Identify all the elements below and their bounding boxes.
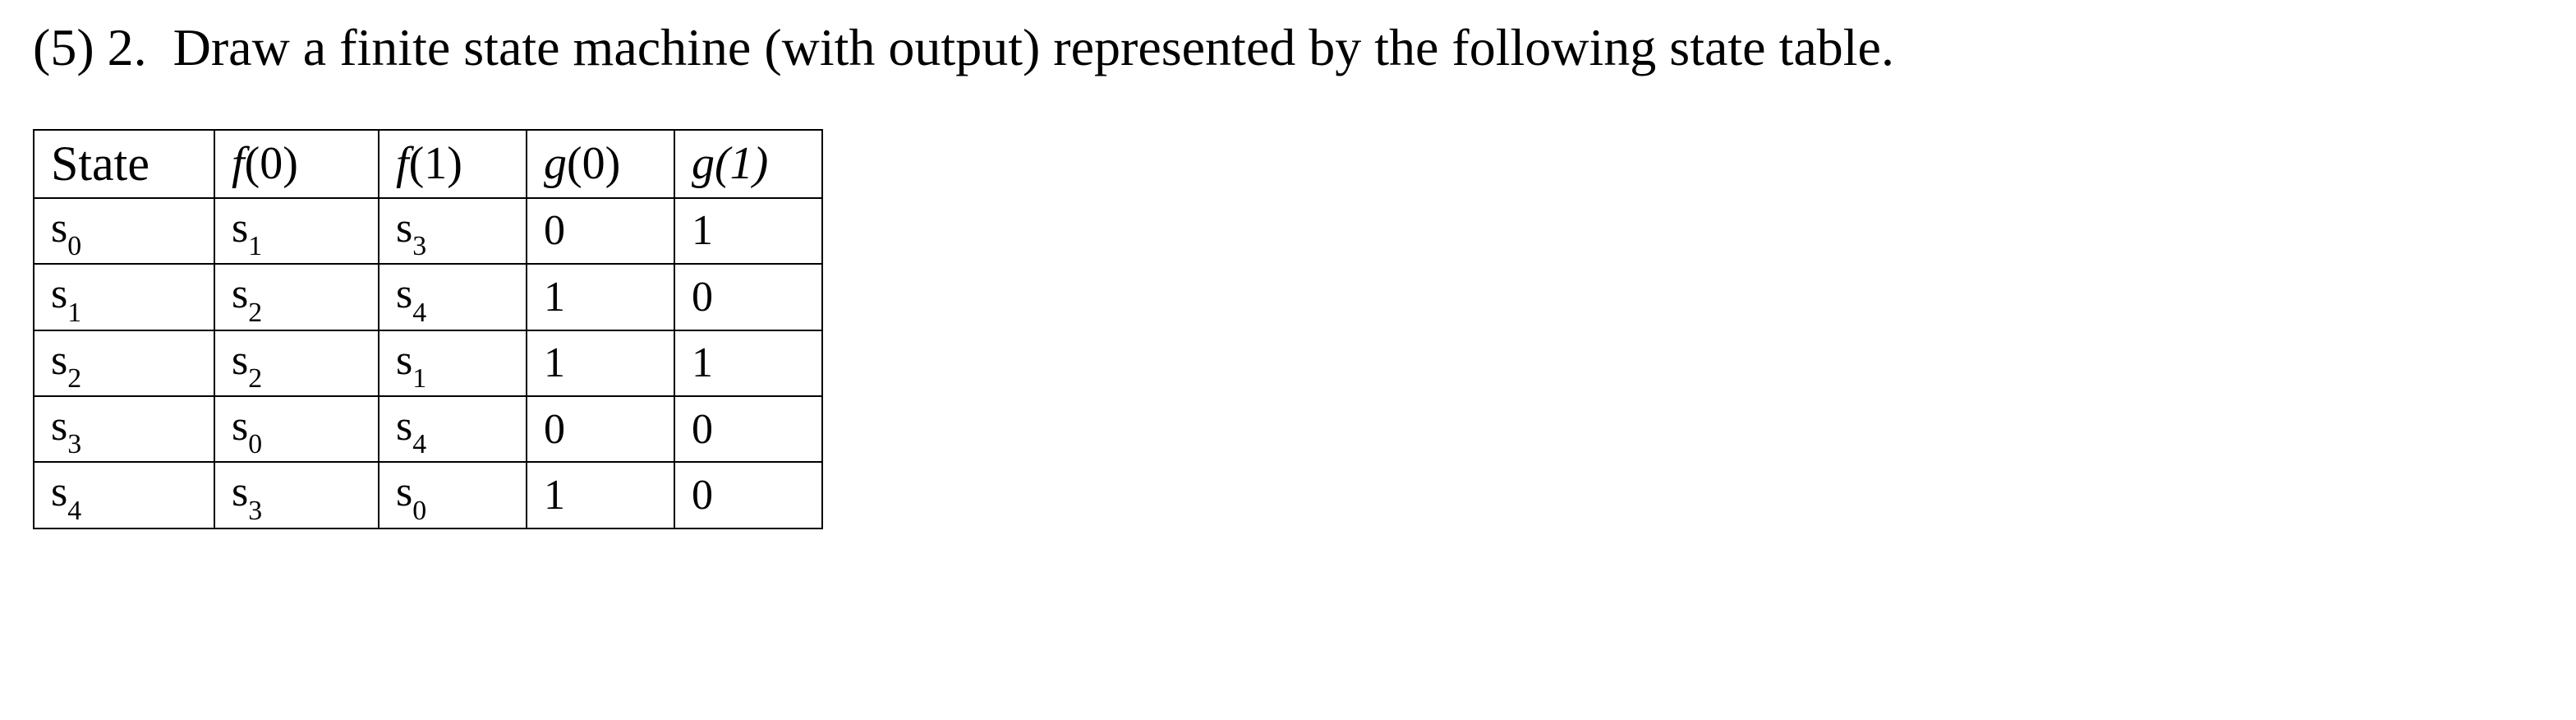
f1-sub: 1 — [412, 363, 426, 394]
f0-base: s — [232, 270, 248, 317]
f1-sub: 4 — [412, 298, 426, 328]
header-f0-func: f — [232, 138, 245, 189]
f1-sub: 0 — [412, 496, 426, 526]
table-row: s4 s3 s0 1 0 — [34, 462, 822, 528]
header-g1: g(1) — [674, 130, 822, 198]
f0-base: s — [232, 205, 248, 252]
header-g1-func: g — [692, 138, 715, 189]
points-label: (5) — [33, 18, 94, 76]
f1-base: s — [396, 205, 412, 252]
f0-sub: 3 — [248, 496, 262, 526]
f1-base: s — [396, 403, 412, 450]
cell-f1: s4 — [379, 396, 527, 462]
header-g0-arg: (0) — [567, 138, 620, 189]
cell-g0: 1 — [527, 462, 674, 528]
f0-sub: 1 — [248, 231, 262, 261]
cell-f1: s0 — [379, 462, 527, 528]
cell-g1: 0 — [674, 264, 822, 330]
f0-sub: 2 — [248, 298, 262, 328]
cell-g0: 0 — [527, 198, 674, 264]
cell-g1: 1 — [674, 198, 822, 264]
header-f0: f(0) — [214, 130, 379, 198]
header-f0-arg: (0) — [245, 138, 298, 189]
cell-g1: 1 — [674, 330, 822, 396]
state-base: s — [51, 468, 67, 515]
cell-g0: 1 — [527, 264, 674, 330]
f1-base: s — [396, 337, 412, 384]
problem-number: 2. — [108, 18, 147, 76]
header-f1: f(1) — [379, 130, 527, 198]
cell-g0: 0 — [527, 396, 674, 462]
problem-prompt: (5) 2. Draw a finite state machine (with… — [33, 16, 2543, 80]
cell-g1: 0 — [674, 396, 822, 462]
cell-f0: s2 — [214, 330, 379, 396]
state-sub: 1 — [67, 298, 81, 328]
cell-state: s3 — [34, 396, 214, 462]
cell-g1: 0 — [674, 462, 822, 528]
state-sub: 4 — [67, 496, 81, 526]
f0-base: s — [232, 403, 248, 450]
state-base: s — [51, 270, 67, 317]
state-base: s — [51, 205, 67, 252]
state-base: s — [51, 337, 67, 384]
cell-f1: s4 — [379, 264, 527, 330]
cell-f0: s0 — [214, 396, 379, 462]
cell-f0: s2 — [214, 264, 379, 330]
cell-g0: 1 — [527, 330, 674, 396]
header-g0-func: g — [544, 138, 567, 189]
cell-f1: s1 — [379, 330, 527, 396]
header-state: State — [34, 130, 214, 198]
cell-f1: s3 — [379, 198, 527, 264]
f1-base: s — [396, 270, 412, 317]
state-base: s — [51, 403, 67, 450]
state-sub: 3 — [67, 429, 81, 459]
page: (5) 2. Draw a finite state machine (with… — [0, 0, 2576, 720]
table-header-row: State f(0) f(1) g(0) g(1) — [34, 130, 822, 198]
table-row: s3 s0 s4 0 0 — [34, 396, 822, 462]
table-row: s0 s1 s3 0 1 — [34, 198, 822, 264]
state-table: State f(0) f(1) g(0) g(1) s0 s1 s3 — [33, 129, 823, 529]
f1-sub: 4 — [412, 429, 426, 459]
table-row: s1 s2 s4 1 0 — [34, 264, 822, 330]
cell-state: s2 — [34, 330, 214, 396]
f0-base: s — [232, 337, 248, 384]
state-sub: 2 — [67, 363, 81, 394]
f0-sub: 2 — [248, 363, 262, 394]
cell-state: s1 — [34, 264, 214, 330]
header-g1-arg: (1) — [715, 138, 768, 189]
f0-base: s — [232, 468, 248, 515]
header-f1-func: f — [396, 138, 409, 189]
header-f1-arg: (1) — [409, 138, 462, 189]
cell-f0: s1 — [214, 198, 379, 264]
header-g0: g(0) — [527, 130, 674, 198]
f0-sub: 0 — [248, 429, 262, 459]
table-row: s2 s2 s1 1 1 — [34, 330, 822, 396]
state-sub: 0 — [67, 231, 81, 261]
problem-text: Draw a finite state machine (with output… — [173, 18, 1894, 76]
cell-state: s0 — [34, 198, 214, 264]
cell-f0: s3 — [214, 462, 379, 528]
f1-base: s — [396, 468, 412, 515]
cell-state: s4 — [34, 462, 214, 528]
f1-sub: 3 — [412, 231, 426, 261]
